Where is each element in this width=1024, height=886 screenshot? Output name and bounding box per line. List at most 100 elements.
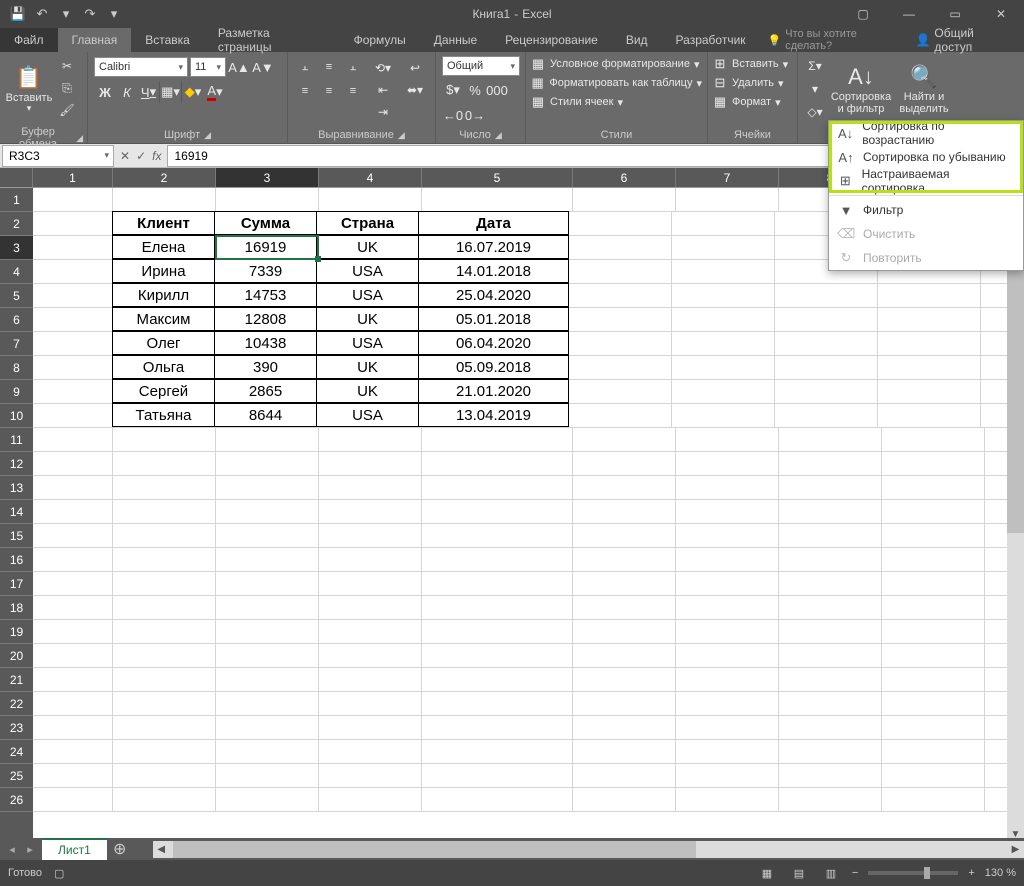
cell-r21c6[interactable]	[573, 668, 676, 691]
cell-r8c3[interactable]: 390	[214, 355, 317, 379]
cut-button[interactable]: ✂	[56, 56, 78, 76]
decrease-decimal-button[interactable]: 0→	[464, 104, 486, 126]
cell-r16c5[interactable]	[422, 548, 573, 571]
tab-insert[interactable]: Вставка	[131, 28, 204, 52]
zoom-slider[interactable]	[868, 871, 958, 875]
row-header-9[interactable]: 9	[0, 380, 33, 404]
undo-button[interactable]: ↶	[30, 2, 54, 26]
cell-r24c2[interactable]	[113, 740, 216, 763]
col-header-4[interactable]: 4	[319, 168, 422, 187]
cell-r16c3[interactable]	[216, 548, 319, 571]
cell-r18c4[interactable]	[319, 596, 422, 619]
insert-cells-button[interactable]: ⊞Вставить▾	[712, 56, 792, 72]
cell-r25c5[interactable]	[422, 764, 573, 787]
cell-r12c1[interactable]	[33, 452, 113, 475]
cell-r6c1[interactable]	[33, 308, 113, 331]
cell-r22c4[interactable]	[319, 692, 422, 715]
sort-descending-item[interactable]: A↑Сортировка по убыванию	[829, 145, 1023, 169]
cell-r22c9[interactable]	[882, 692, 985, 715]
percent-button[interactable]: %	[464, 79, 486, 101]
cell-r24c4[interactable]	[319, 740, 422, 763]
sheet-nav-first[interactable]: ◂	[4, 843, 20, 856]
format-as-table-button[interactable]: ▦Форматировать как таблицу▾	[530, 75, 702, 91]
cell-styles-button[interactable]: ▦Стили ячеек▾	[530, 94, 702, 110]
cell-r1c7[interactable]	[676, 188, 779, 211]
cell-r7c6[interactable]	[569, 332, 672, 355]
align-left-button[interactable]: ≡	[294, 80, 316, 102]
name-box[interactable]: R3C3▾	[2, 145, 114, 167]
cell-r17c8[interactable]	[779, 572, 882, 595]
cell-r7c3[interactable]: 10438	[214, 331, 317, 355]
cell-r19c7[interactable]	[676, 620, 779, 643]
format-cells-button[interactable]: ▦Формат▾	[712, 94, 792, 110]
delete-cells-button[interactable]: ⊟Удалить▾	[712, 75, 792, 91]
cell-r4c4[interactable]: USA	[316, 259, 419, 283]
cell-r20c1[interactable]	[33, 644, 113, 667]
cell-r26c1[interactable]	[33, 788, 113, 811]
cell-r18c2[interactable]	[113, 596, 216, 619]
cell-r23c5[interactable]	[422, 716, 573, 739]
cell-r6c5[interactable]: 05.01.2018	[418, 307, 569, 331]
sheet-nav-last[interactable]: ▸	[22, 843, 38, 856]
cell-r4c5[interactable]: 14.01.2018	[418, 259, 569, 283]
cell-r26c7[interactable]	[676, 788, 779, 811]
font-color-button[interactable]: A▾	[204, 81, 226, 103]
cell-r20c3[interactable]	[216, 644, 319, 667]
cell-r13c8[interactable]	[779, 476, 882, 499]
cell-r6c7[interactable]	[672, 308, 775, 331]
col-header-7[interactable]: 7	[676, 168, 779, 187]
cell-r15c5[interactable]	[422, 524, 573, 547]
vertical-scrollbar[interactable]: ▲ ▼	[1007, 188, 1024, 843]
number-format-select[interactable]: Общий▾	[442, 56, 520, 76]
font-launcher[interactable]: ◢	[204, 130, 211, 141]
cell-r9c2[interactable]: Сергей	[112, 379, 215, 403]
row-header-7[interactable]: 7	[0, 332, 33, 356]
cell-r19c8[interactable]	[779, 620, 882, 643]
tab-developer[interactable]: Разработчик	[662, 28, 760, 52]
cell-r9c5[interactable]: 21.01.2020	[418, 379, 569, 403]
decrease-indent-button[interactable]: ⇤	[372, 80, 394, 100]
cell-r24c5[interactable]	[422, 740, 573, 763]
cell-r11c5[interactable]	[422, 428, 573, 451]
cell-r5c9[interactable]	[878, 284, 981, 307]
conditional-formatting-button[interactable]: ▦Условное форматирование▾	[530, 56, 702, 72]
cell-r7c9[interactable]	[878, 332, 981, 355]
paste-button[interactable]: 📋 Вставить ▾	[4, 54, 54, 126]
col-header-1[interactable]: 1	[33, 168, 113, 187]
cell-r21c7[interactable]	[676, 668, 779, 691]
row-header-2[interactable]: 2	[0, 212, 33, 236]
increase-decimal-button[interactable]: ←0	[442, 104, 464, 126]
cell-r17c4[interactable]	[319, 572, 422, 595]
cell-r11c8[interactable]	[779, 428, 882, 451]
tab-view[interactable]: Вид	[612, 28, 662, 52]
cell-r11c6[interactable]	[573, 428, 676, 451]
cell-r4c1[interactable]	[33, 260, 113, 283]
cell-r5c3[interactable]: 14753	[214, 283, 317, 307]
page-break-view-button[interactable]: ▥	[820, 864, 842, 882]
cell-r8c9[interactable]	[878, 356, 981, 379]
col-header-2[interactable]: 2	[113, 168, 216, 187]
row-header-25[interactable]: 25	[0, 764, 33, 788]
row-header-18[interactable]: 18	[0, 596, 33, 620]
cell-r1c4[interactable]	[319, 188, 422, 211]
share-button[interactable]: 👤 Общий доступ	[905, 28, 1024, 52]
zoom-out-button[interactable]: −	[852, 867, 858, 879]
row-header-16[interactable]: 16	[0, 548, 33, 572]
cell-r10c7[interactable]	[672, 404, 775, 427]
align-right-button[interactable]: ≡	[342, 80, 364, 102]
cell-r13c4[interactable]	[319, 476, 422, 499]
cell-r2c4[interactable]: Страна	[316, 211, 419, 235]
select-all-corner[interactable]	[0, 168, 33, 188]
sheet-tab-1[interactable]: Лист1	[42, 838, 107, 860]
cell-r12c9[interactable]	[882, 452, 985, 475]
cell-r25c6[interactable]	[573, 764, 676, 787]
cell-r19c9[interactable]	[882, 620, 985, 643]
cell-r2c3[interactable]: Сумма	[214, 211, 317, 235]
cell-r10c3[interactable]: 8644	[214, 403, 317, 427]
tell-me-search[interactable]: 💡 Что вы хотите сделать?	[768, 28, 906, 52]
filter-item[interactable]: ▼Фильтр	[829, 198, 1023, 222]
sort-ascending-item[interactable]: A↓Сортировка по возрастанию	[829, 121, 1023, 145]
cell-r8c2[interactable]: Ольга	[112, 355, 215, 379]
minimize-button[interactable]: —	[886, 0, 932, 28]
cell-r16c6[interactable]	[573, 548, 676, 571]
